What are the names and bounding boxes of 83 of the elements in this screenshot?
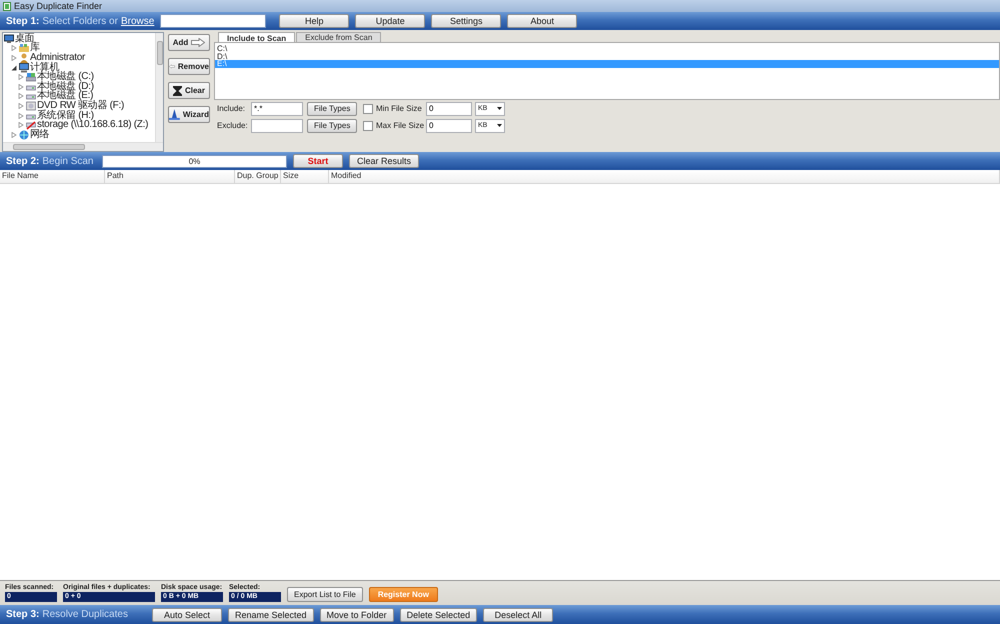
column-header[interactable]: Dup. Group xyxy=(235,170,281,183)
checkbox[interactable] xyxy=(363,120,373,130)
tab[interactable]: Include to Scan xyxy=(218,32,296,43)
collapse-arrow-icon[interactable] xyxy=(11,64,17,71)
caret-icon xyxy=(497,107,502,110)
toolbar-button[interactable]: About xyxy=(507,14,578,28)
expand-arrow-icon[interactable] xyxy=(18,102,24,109)
expand-arrow-icon[interactable] xyxy=(18,122,24,128)
size-field[interactable]: 0 xyxy=(426,118,472,132)
caret-icon xyxy=(497,124,502,127)
horizontal-scrollbar[interactable] xyxy=(3,142,163,151)
tree-item[interactable]: 本地磁盘 (D:) xyxy=(37,82,94,92)
network-drive-icon xyxy=(26,120,36,130)
file-types-button[interactable]: File Types xyxy=(307,118,357,132)
column-header[interactable]: Path xyxy=(105,170,235,183)
filter-label: Exclude: xyxy=(216,121,249,130)
hourglass-icon xyxy=(172,86,182,96)
left-arrow-icon xyxy=(169,62,175,71)
toolbar-button[interactable]: Deselect All xyxy=(483,608,554,622)
expand-arrow-icon[interactable] xyxy=(18,93,24,100)
expand-arrow-icon[interactable] xyxy=(11,132,17,138)
wizard-icon xyxy=(169,109,180,120)
expand-arrow-icon[interactable] xyxy=(11,45,17,52)
filter-field[interactable] xyxy=(251,118,303,132)
step-title: Begin Scan xyxy=(42,156,94,166)
toolbar-button[interactable]: Auto Select xyxy=(152,608,222,622)
globe-icon xyxy=(19,130,29,140)
user-icon xyxy=(19,52,29,63)
toolbar-button[interactable]: Help xyxy=(279,14,350,28)
step-label: Step 1: xyxy=(6,16,40,26)
size-field[interactable]: 0 xyxy=(426,102,472,116)
tree-item[interactable]: Administrator xyxy=(30,52,86,63)
remove-button[interactable]: Remove xyxy=(168,58,210,75)
export-button[interactable]: Export List to File xyxy=(287,586,363,602)
toolbar-button[interactable]: Delete Selected xyxy=(400,608,478,622)
filter-field[interactable]: *.* xyxy=(251,102,303,116)
monitor-icon xyxy=(4,34,14,44)
tree-item[interactable]: 系统保留 (H:) xyxy=(37,110,94,121)
drive-icon xyxy=(26,72,36,82)
right-arrow-icon xyxy=(191,38,206,47)
tree-item[interactable]: 网络 xyxy=(30,130,50,140)
folder-list-item[interactable]: C:\ xyxy=(215,45,999,52)
step-title: Select Folders or xyxy=(42,16,118,26)
expand-arrow-icon[interactable] xyxy=(18,84,24,90)
size-label: Min File Size xyxy=(376,104,423,113)
start-button[interactable]: Start xyxy=(293,154,343,168)
tree-item[interactable]: DVD RW 驱动器 (F:) xyxy=(37,100,124,111)
expand-arrow-icon[interactable] xyxy=(18,112,24,119)
library-icon xyxy=(19,43,29,54)
size-label: Max File Size xyxy=(376,121,426,130)
browse-link[interactable]: Browse xyxy=(120,16,154,26)
expand-arrow-icon[interactable] xyxy=(11,54,17,61)
tree-item[interactable]: 库 xyxy=(30,43,40,54)
folder-list-item[interactable]: D:\ xyxy=(215,52,999,60)
column-header[interactable]: Modified xyxy=(329,170,1000,183)
filter-label: Include: xyxy=(216,104,246,113)
toolbar-button[interactable]: Update xyxy=(355,14,426,28)
progress-reading: 0% xyxy=(188,156,200,166)
add-button[interactable]: Add xyxy=(168,34,210,51)
wizard-button[interactable]: Wizard xyxy=(168,106,210,123)
tree-item[interactable]: 计算机 xyxy=(30,62,60,73)
disc-drive-icon xyxy=(26,100,36,111)
tree-item[interactable]: 本地磁盘 (E:) xyxy=(37,91,94,102)
step-label: Step 3: xyxy=(6,609,40,620)
column-header[interactable]: File Name xyxy=(0,170,105,183)
toolbar-button[interactable]: Rename Selected xyxy=(228,608,314,622)
column-header[interactable]: Size xyxy=(281,170,329,183)
clear-button[interactable]: Clear xyxy=(168,82,210,99)
expand-arrow-icon[interactable] xyxy=(18,74,24,80)
toolbar-button[interactable]: Clear Results xyxy=(349,154,419,168)
computer-icon xyxy=(19,62,29,73)
folder-path-field[interactable] xyxy=(160,14,266,28)
app-icon xyxy=(3,2,11,10)
vertical-scrollbar[interactable] xyxy=(155,33,163,142)
step-title: Resolve Duplicates xyxy=(42,609,128,620)
checkbox[interactable] xyxy=(363,104,373,114)
toolbar-button[interactable]: Move to Folder xyxy=(320,608,394,622)
tab[interactable]: Exclude from Scan xyxy=(296,32,382,42)
file-types-button[interactable]: File Types xyxy=(307,102,357,116)
window-title: Easy Duplicate Finder xyxy=(14,1,102,11)
toolbar-button[interactable]: Settings xyxy=(431,14,502,28)
tree-item[interactable]: storage (\\10.168.6.18) (Z:) xyxy=(37,120,148,130)
step-label: Step 2: xyxy=(6,156,40,166)
